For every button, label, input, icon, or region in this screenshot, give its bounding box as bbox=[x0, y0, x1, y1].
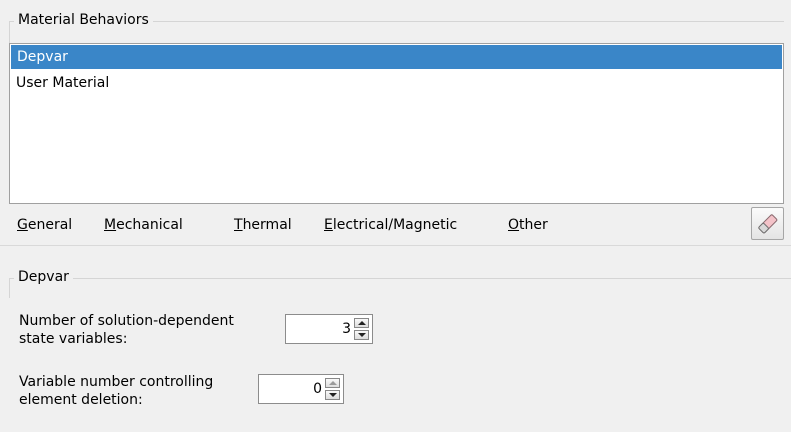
depvar-title: Depvar bbox=[14, 269, 73, 285]
material-behaviors-list[interactable]: Depvar User Material bbox=[9, 43, 784, 204]
num-state-vars-label-line2: state variables: bbox=[19, 331, 128, 347]
menu-mechanical-label: echanical bbox=[116, 217, 183, 233]
delete-behavior-button[interactable] bbox=[751, 207, 784, 240]
depvar-frame-line bbox=[9, 278, 791, 279]
menu-other[interactable]: Other bbox=[508, 217, 548, 233]
up-arrow-icon bbox=[329, 381, 337, 385]
deletion-var-increment[interactable] bbox=[325, 378, 340, 388]
num-state-vars-value[interactable]: 3 bbox=[342, 321, 351, 337]
menu-general-mnemonic: G bbox=[17, 217, 28, 233]
menu-general-label: eneral bbox=[27, 217, 73, 233]
material-behaviors-title: Material Behaviors bbox=[14, 12, 153, 28]
menu-electrical-label: lectrical/Magnetic bbox=[332, 217, 458, 233]
depvar-frame-left bbox=[9, 278, 10, 298]
menu-general[interactable]: General bbox=[17, 217, 72, 233]
deletion-var-value[interactable]: 0 bbox=[313, 381, 322, 397]
list-item-depvar[interactable]: Depvar bbox=[11, 45, 782, 69]
behavior-menubar: General Mechanical Thermal Electrical/Ma… bbox=[9, 208, 747, 240]
num-state-vars-label: Number of solution-dependent state varia… bbox=[19, 312, 234, 348]
num-state-vars-spin-arrows[interactable] bbox=[354, 318, 369, 340]
material-behaviors-frame-left bbox=[9, 21, 10, 43]
menu-electrical-magnetic[interactable]: Electrical/Magnetic bbox=[324, 217, 457, 233]
deletion-var-label: Variable number controlling element dele… bbox=[19, 373, 213, 409]
deletion-var-spin-arrows[interactable] bbox=[325, 378, 340, 400]
list-item-user-material[interactable]: User Material bbox=[10, 71, 783, 95]
deletion-var-decrement[interactable] bbox=[325, 390, 340, 400]
menu-thermal-label: hermal bbox=[242, 217, 292, 233]
menu-thermal[interactable]: Thermal bbox=[234, 217, 292, 233]
menu-other-mnemonic: O bbox=[508, 217, 520, 233]
menu-thermal-mnemonic: T bbox=[234, 217, 243, 233]
menu-mechanical[interactable]: Mechanical bbox=[104, 217, 183, 233]
eraser-icon bbox=[758, 214, 778, 234]
num-state-vars-label-line1: Number of solution-dependent bbox=[19, 313, 234, 329]
deletion-var-label-line2: element deletion: bbox=[19, 392, 143, 408]
menu-mechanical-mnemonic: M bbox=[104, 217, 117, 233]
section-separator bbox=[0, 245, 791, 246]
num-state-vars-spinbox[interactable]: 3 bbox=[285, 314, 373, 344]
menu-other-label: ther bbox=[519, 217, 548, 233]
num-state-vars-decrement[interactable] bbox=[354, 330, 369, 340]
down-arrow-icon bbox=[329, 393, 337, 397]
menu-electrical-mnemonic: E bbox=[324, 217, 333, 233]
num-state-vars-increment[interactable] bbox=[354, 318, 369, 328]
deletion-var-spinbox[interactable]: 0 bbox=[258, 374, 344, 404]
down-arrow-icon bbox=[358, 333, 366, 337]
up-arrow-icon bbox=[358, 321, 366, 325]
deletion-var-label-line1: Variable number controlling bbox=[19, 374, 214, 390]
